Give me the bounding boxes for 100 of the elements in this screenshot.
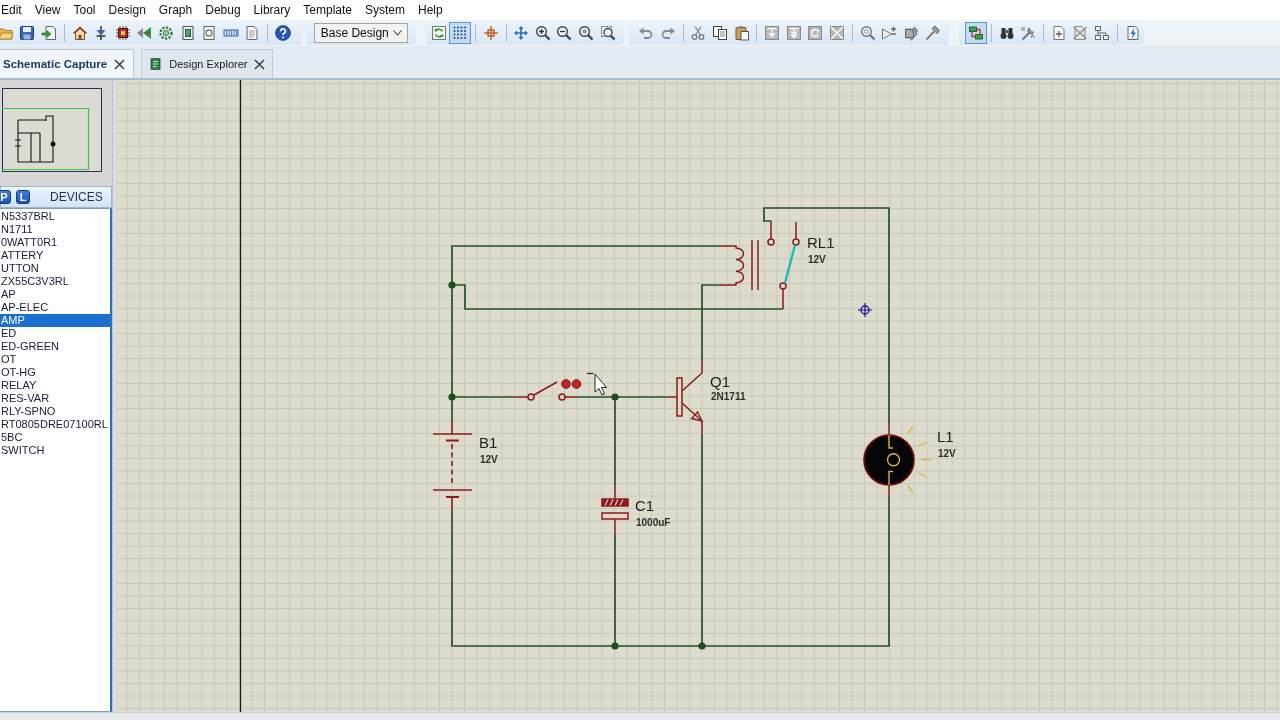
tab-label: Design Explorer [169,58,248,70]
magnifier-box-icon[interactable] [599,25,616,41]
tab[interactable]: Schematic Capture [0,49,135,78]
devices-title: DEVICES [50,190,103,204]
junction-dot [448,393,456,401]
document-lines-icon [149,57,163,71]
coin-document-icon[interactable] [201,25,218,41]
wrench-icon[interactable] [1020,25,1037,41]
open-folder-icon[interactable] [0,25,14,41]
design-dropdown[interactable]: Base Design [313,23,408,43]
device-list-item[interactable]: RES-VAR [0,392,110,405]
device-list-item[interactable]: 0WATT0R1 [0,236,110,249]
redo-icon[interactable] [659,25,676,41]
component-label: B1 [479,434,498,451]
document-plus-icon[interactable] [1050,25,1067,41]
hierarchy-icon[interactable] [1093,25,1110,41]
device-list-item[interactable]: OT [0,353,110,366]
component-label: Q1 [710,373,730,390]
junction-dot [611,393,619,401]
component-value: 12V [808,254,826,265]
device-list-item[interactable]: RT0805DRE07100RL [0,418,110,431]
triangle-arrows-icon[interactable] [136,25,153,41]
component-value: 12V [938,448,956,459]
document-icon[interactable] [244,25,261,41]
refresh-icon[interactable] [430,25,447,41]
menu-item[interactable]: Help [418,0,443,20]
tab[interactable]: Design Explorer [141,49,274,78]
gear-icon[interactable] [157,25,174,41]
copy-icon[interactable] [712,25,729,41]
junction-dot [611,642,619,650]
component-label: C1 [635,497,655,514]
chip-icon[interactable] [114,25,131,41]
document-arrow-icon[interactable] [41,25,57,41]
junction-dot [448,281,456,289]
device-list-item[interactable]: AP-ELEC [0,301,110,314]
component-label: L1 [937,428,954,445]
mode-button[interactable]: P [0,190,11,204]
hammer-icon[interactable] [924,25,941,41]
component-value: 1000uF [636,517,671,528]
menu-item[interactable]: Edit [1,0,22,20]
device-list-item[interactable]: OT-HG [0,366,110,379]
move-arrows-icon[interactable] [513,25,530,41]
help-icon[interactable] [274,25,291,41]
crosshair-icon [857,302,873,318]
device-list-item[interactable]: ZX55C3V3RL [0,275,110,288]
menu-item[interactable]: System [365,0,405,20]
device-list-item[interactable]: 5BC [0,431,110,444]
magnifier-dot-icon[interactable] [578,25,595,41]
device-list-item[interactable]: AP [0,288,110,301]
component-value: 2N1711 [711,391,746,402]
toggle-button[interactable] [449,22,471,44]
overview-map[interactable] [2,88,102,172]
chevron-down-icon [392,30,402,36]
triangle-plus-icon[interactable] [881,25,898,41]
document-cross-icon[interactable] [1072,25,1089,41]
close-icon[interactable] [254,58,266,70]
paste-icon[interactable] [733,25,750,41]
device-list-item[interactable]: N5337BRL [0,210,110,223]
chip-wrench-icon[interactable] [902,25,919,41]
component-label: RL1 [807,234,835,251]
menu-item[interactable]: View [34,0,61,20]
magnifier-icon[interactable] [859,25,876,41]
mouse-cursor-icon [586,372,607,396]
home-icon[interactable] [71,25,88,41]
device-list-item[interactable]: SWITCH [0,444,110,457]
device-list-item[interactable]: ED-GREEN [0,340,110,353]
zoom-out-icon[interactable] [556,25,573,41]
component-value: 12V [480,454,498,465]
circuit-board-icon[interactable] [179,25,196,41]
dot-grid-icon [452,25,469,41]
box-double-arrow-icon[interactable] [785,25,802,41]
junction-dot [698,642,706,650]
device-list-item[interactable]: UTTON [0,262,110,275]
menu-item[interactable]: Graph [158,0,193,20]
device-list-item[interactable]: AMP [0,314,110,327]
menu-item[interactable]: Library [253,0,291,20]
device-list-item[interactable]: RELAY [0,379,110,392]
tab-label: Schematic Capture [3,58,108,70]
menu-item[interactable]: Design [108,0,146,20]
device-list-item[interactable]: ATTERY [0,249,110,262]
toggle-button[interactable] [965,22,987,44]
box-cross-icon[interactable] [829,25,845,41]
linked-boxes-icon [968,25,984,41]
save-icon[interactable] [19,25,36,41]
close-icon[interactable] [114,58,126,70]
box-rotate-icon[interactable] [807,25,824,41]
menu-item[interactable]: Template [303,0,352,20]
device-list-item[interactable]: ED [0,327,110,340]
box-down-arrow-icon[interactable] [764,25,781,41]
menu-item[interactable]: Debug [205,0,241,20]
scissors-icon[interactable] [690,25,707,41]
menu-item[interactable]: Tool [73,0,96,20]
mode-button[interactable]: L [16,190,30,204]
crosshair-icon[interactable] [482,25,499,41]
undo-icon[interactable] [638,25,655,41]
binoculars-icon[interactable] [998,25,1015,41]
zoom-in-icon[interactable] [534,25,551,41]
document-bolt-icon[interactable] [1124,25,1141,41]
device-list-item[interactable]: RLY-SPNO [0,405,110,418]
device-list-item[interactable]: N1711 [0,223,110,236]
